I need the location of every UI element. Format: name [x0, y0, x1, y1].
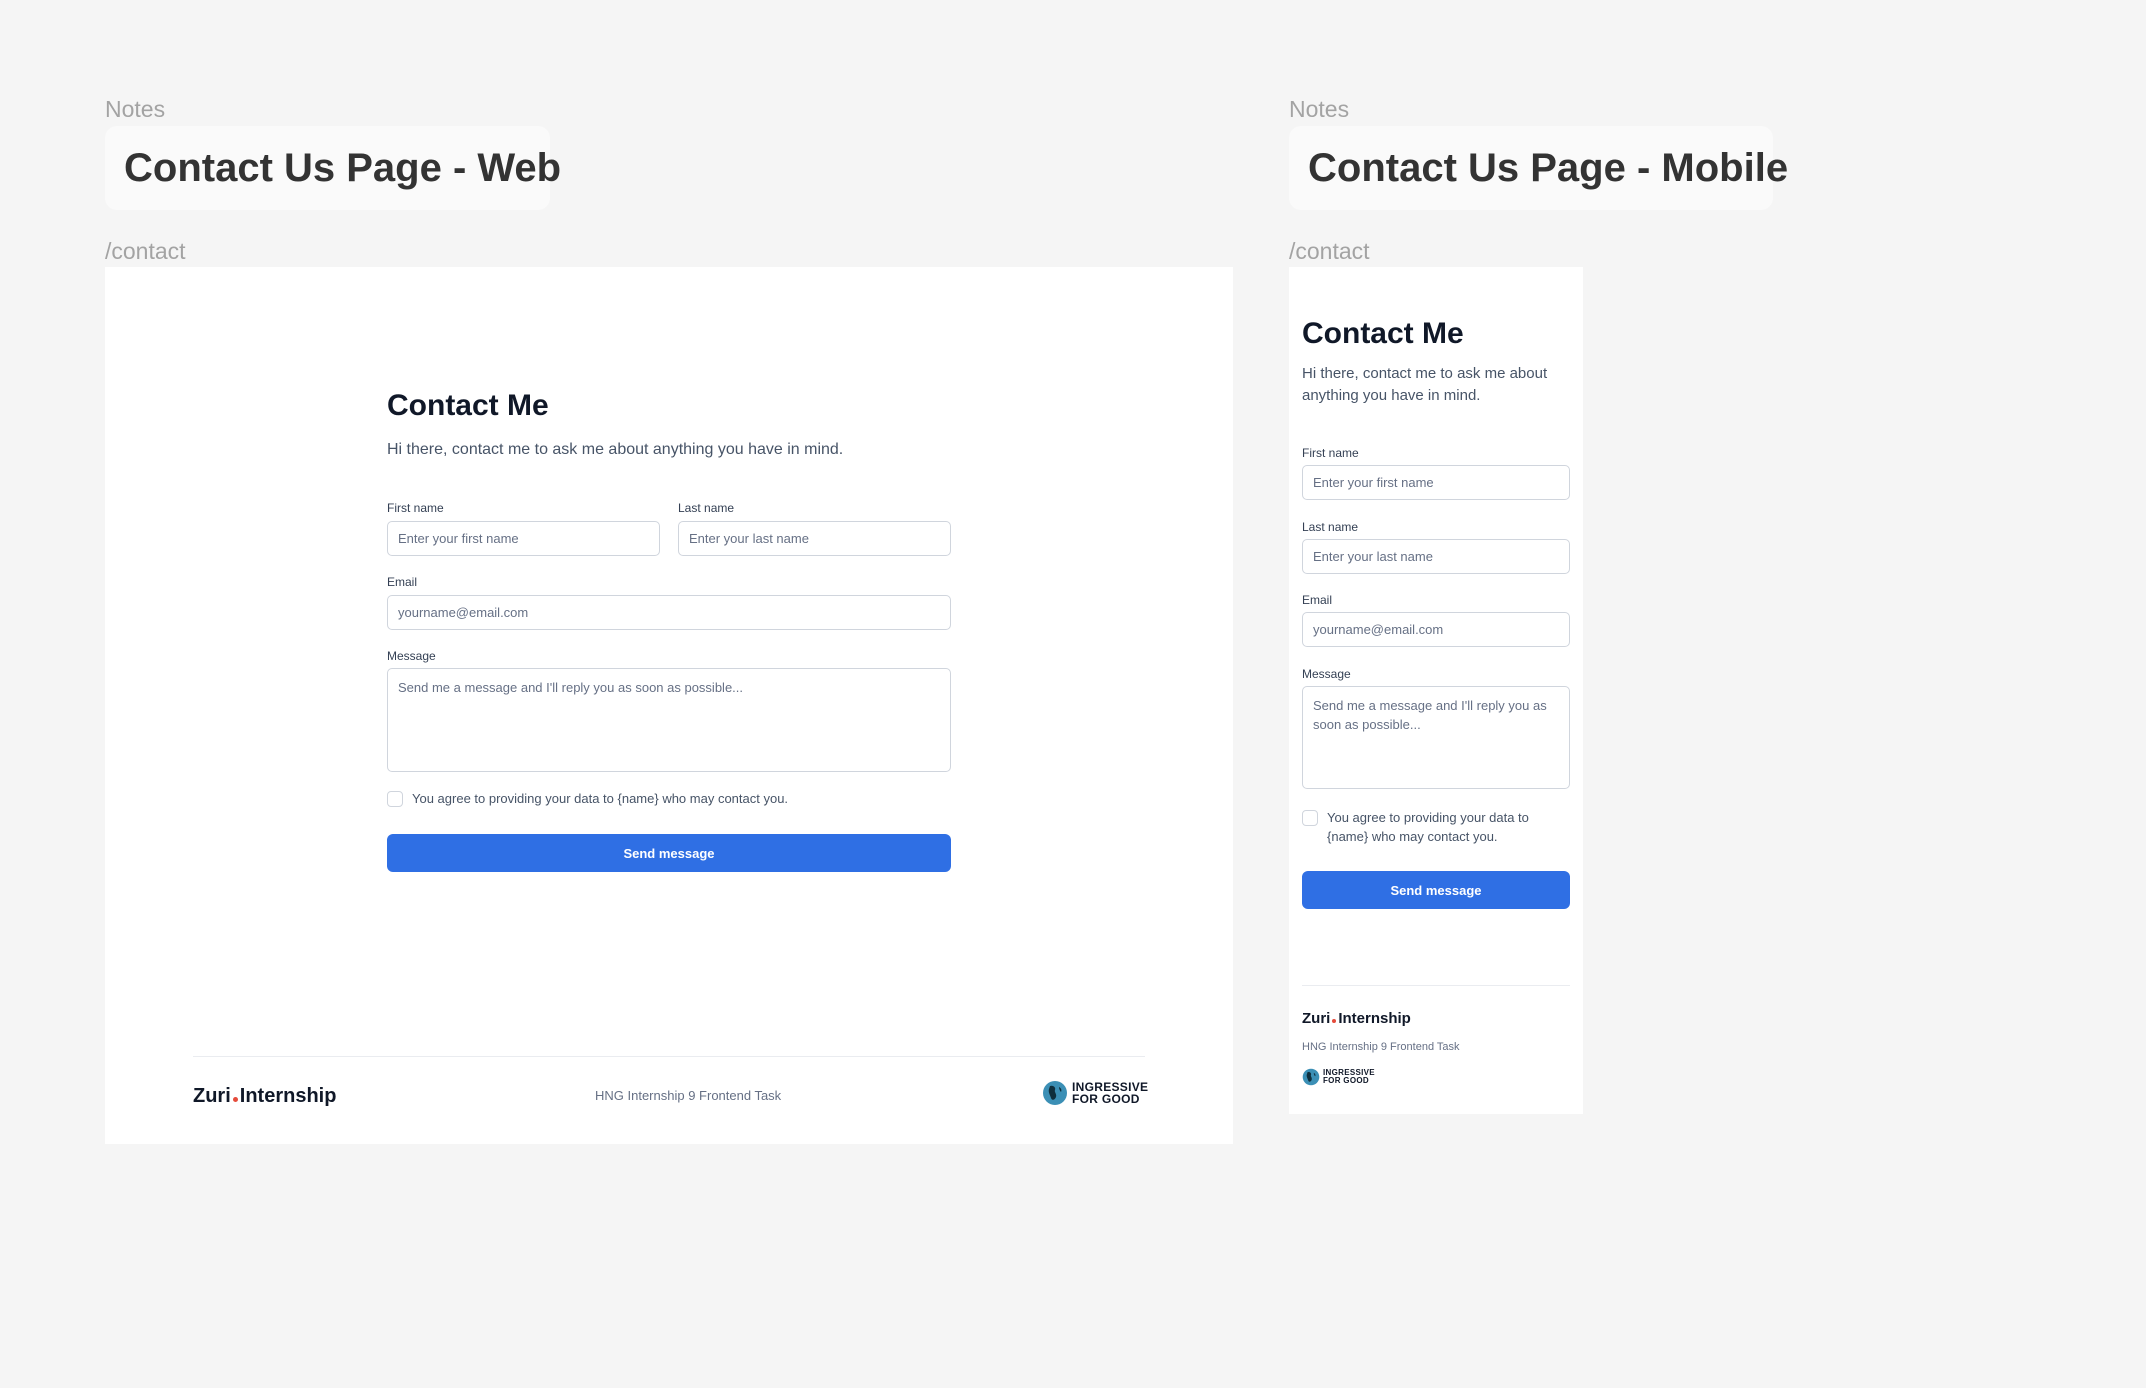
mobile-footer-task-text: HNG Internship 9 Frontend Task	[1302, 1041, 1460, 1053]
mobile-zuri-logo: Zuri Internship	[1302, 1010, 1411, 1027]
web-footer-divider	[193, 1056, 1145, 1057]
mobile-route-label: /contact	[1289, 238, 1370, 264]
web-zuri-logo: Zuri Internship	[193, 1085, 336, 1108]
mobile-page-title: Contact Me	[1302, 317, 1464, 350]
mobile-last-name-label: Last name	[1302, 520, 1359, 534]
mobile-notes-card: Contact Us Page - Mobile	[1289, 126, 1788, 210]
mobile-agree-text: You agree to providing your data to {nam…	[1327, 810, 1529, 844]
mobile-globe-icon	[1302, 1068, 1320, 1086]
web-notes-title: Contact Us Page - Web	[124, 145, 562, 190]
mobile-send-message-button[interactable]: Send message	[1302, 871, 1570, 909]
mobile-first-name-input[interactable]	[1302, 465, 1570, 500]
web-frame: Contact Me Hi there, contact me to ask m…	[105, 267, 1233, 1144]
mobile-notes-label: Notes	[1289, 96, 1350, 122]
web-email-input[interactable]	[387, 595, 951, 630]
mobile-notes-title: Contact Us Page - Mobile	[1308, 145, 1789, 190]
mobile-last-name-input[interactable]	[1302, 539, 1570, 574]
mobile-ingressive-text: INGRESSIVE FOR GOOD	[1323, 1069, 1375, 1085]
mobile-footer-divider	[1302, 985, 1570, 986]
web-page-subtitle: Hi there, contact me to ask me about any…	[387, 441, 844, 458]
mobile-email-label: Email	[1302, 593, 1333, 607]
web-notes-label: Notes	[105, 96, 166, 122]
web-last-name-label: Last name	[678, 501, 735, 515]
mobile-first-name-label: First name	[1302, 446, 1359, 460]
mobile-checkbox-icon[interactable]	[1302, 810, 1318, 826]
web-message-label: Message	[387, 649, 436, 663]
web-agree-text: You agree to providing your data to {nam…	[412, 791, 789, 806]
web-ingressive-text: INGRESSIVE FOR GOOD	[1072, 1081, 1148, 1105]
web-last-name-input[interactable]	[678, 521, 951, 556]
web-message-textarea[interactable]	[387, 668, 951, 772]
web-notes-card: Contact Us Page - Web	[105, 126, 561, 210]
web-page-title: Contact Me	[387, 389, 549, 422]
web-email-label: Email	[387, 575, 418, 589]
web-first-name-input[interactable]	[387, 521, 660, 556]
mobile-email-input[interactable]	[1302, 612, 1570, 647]
mobile-message-textarea[interactable]	[1302, 686, 1570, 789]
web-send-message-button[interactable]: Send message	[387, 834, 951, 872]
web-zuri-dot-icon	[232, 1097, 238, 1102]
web-first-name-label: First name	[387, 501, 444, 515]
web-ingressive-line2: FOR GOOD	[1072, 1092, 1140, 1106]
mobile-frame: Contact Me Hi there, contact me to ask m…	[1289, 267, 1583, 1114]
web-checkbox-icon[interactable]	[387, 791, 403, 807]
mobile-ingressive-logo: INGRESSIVE FOR GOOD	[1302, 1068, 1375, 1086]
web-zuri-logo-right: Internship	[239, 1085, 337, 1107]
mobile-ingressive-line2: FOR GOOD	[1323, 1076, 1369, 1085]
web-ingressive-logo: INGRESSIVE FOR GOOD	[1042, 1080, 1148, 1106]
mobile-zuri-logo-right: Internship	[1338, 1010, 1411, 1027]
mobile-zuri-logo-left: Zuri	[1302, 1010, 1331, 1027]
mobile-page-subtitle: Hi there, contact me to ask me about any…	[1302, 365, 1548, 404]
mobile-zuri-dot-icon	[1332, 1019, 1337, 1023]
web-footer-task-text: HNG Internship 9 Frontend Task	[595, 1088, 782, 1103]
web-globe-icon	[1043, 1081, 1067, 1105]
mobile-message-label: Message	[1302, 667, 1351, 681]
web-route-label: /contact	[105, 238, 186, 264]
web-zuri-logo-left: Zuri	[193, 1085, 231, 1107]
